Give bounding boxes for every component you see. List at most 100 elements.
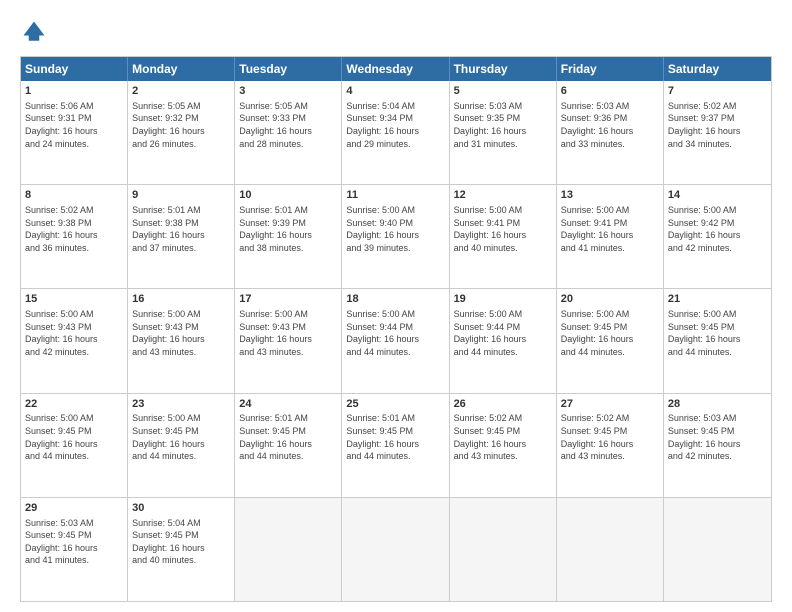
calendar-body: 1Sunrise: 5:06 AMSunset: 9:31 PMDaylight…: [21, 81, 771, 601]
calendar-header: SundayMondayTuesdayWednesdayThursdayFrid…: [21, 57, 771, 81]
header-day: Tuesday: [235, 57, 342, 81]
day-info: Sunrise: 5:00 AMSunset: 9:41 PMDaylight:…: [561, 204, 659, 254]
calendar-cell: 27Sunrise: 5:02 AMSunset: 9:45 PMDayligh…: [557, 394, 664, 497]
day-info: Sunrise: 5:00 AMSunset: 9:41 PMDaylight:…: [454, 204, 552, 254]
calendar-row: 22 Sunrise: 5:00 AMSunset: 9:45 PMDayligh…: [21, 393, 771, 497]
calendar-cell: 21Sunrise: 5:00 AMSunset: 9:45 PMDayligh…: [664, 289, 771, 392]
day-number: 19: [454, 292, 552, 307]
calendar-cell: 4Sunrise: 5:04 AMSunset: 9:34 PMDaylight…: [342, 81, 449, 184]
calendar-cell: 11Sunrise: 5:00 AMSunset: 9:40 PMDayligh…: [342, 185, 449, 288]
calendar-cell: 14Sunrise: 5:00 AMSunset: 9:42 PMDayligh…: [664, 185, 771, 288]
day-number: 5: [454, 84, 552, 99]
calendar-cell: 13Sunrise: 5:00 AMSunset: 9:41 PMDayligh…: [557, 185, 664, 288]
day-info: Sunrise: 5:00 AMSunset: 9:44 PMDaylight:…: [454, 308, 552, 358]
calendar-cell: 18Sunrise: 5:00 AMSunset: 9:44 PMDayligh…: [342, 289, 449, 392]
day-info: Sunrise: 5:02 AMSunset: 9:45 PMDaylight:…: [561, 412, 659, 462]
header: [20, 18, 772, 46]
day-info: Sunrise: 5:06 AMSunset: 9:31 PMDaylight:…: [25, 100, 123, 150]
day-number: 22: [25, 397, 123, 412]
logo: [20, 18, 54, 46]
calendar-cell: 28Sunrise: 5:03 AMSunset: 9:45 PMDayligh…: [664, 394, 771, 497]
day-number: 13: [561, 188, 659, 203]
calendar-cell: 26Sunrise: 5:02 AMSunset: 9:45 PMDayligh…: [450, 394, 557, 497]
day-info: Sunrise: 5:00 AMSunset: 9:43 PMDaylight:…: [239, 308, 337, 358]
calendar-row: 29Sunrise: 5:03 AMSunset: 9:45 PMDayligh…: [21, 497, 771, 601]
day-number: 27: [561, 397, 659, 412]
calendar-row: 8Sunrise: 5:02 AMSunset: 9:38 PMDaylight…: [21, 184, 771, 288]
calendar-cell: 2Sunrise: 5:05 AMSunset: 9:32 PMDaylight…: [128, 81, 235, 184]
calendar-cell: 8Sunrise: 5:02 AMSunset: 9:38 PMDaylight…: [21, 185, 128, 288]
day-number: 21: [668, 292, 767, 307]
day-info: Sunrise: 5:04 AMSunset: 9:45 PMDaylight:…: [132, 517, 230, 567]
day-number: 10: [239, 188, 337, 203]
calendar-cell: 9Sunrise: 5:01 AMSunset: 9:38 PMDaylight…: [128, 185, 235, 288]
calendar-cell: 16Sunrise: 5:00 AMSunset: 9:43 PMDayligh…: [128, 289, 235, 392]
calendar-cell: 29Sunrise: 5:03 AMSunset: 9:45 PMDayligh…: [21, 498, 128, 601]
day-info: Sunrise: 5:01 AMSunset: 9:38 PMDaylight:…: [132, 204, 230, 254]
day-number: 17: [239, 292, 337, 307]
header-day: Thursday: [450, 57, 557, 81]
day-number: 30: [132, 501, 230, 516]
day-number: 16: [132, 292, 230, 307]
calendar-cell: 19Sunrise: 5:00 AMSunset: 9:44 PMDayligh…: [450, 289, 557, 392]
header-day: Sunday: [21, 57, 128, 81]
day-number: 18: [346, 292, 444, 307]
day-number: 28: [668, 397, 767, 412]
day-number: 24: [239, 397, 337, 412]
day-number: 12: [454, 188, 552, 203]
day-number: 9: [132, 188, 230, 203]
day-info: Sunrise: 5:05 AMSunset: 9:33 PMDaylight:…: [239, 100, 337, 150]
day-info: Sunrise: 5:05 AMSunset: 9:32 PMDaylight:…: [132, 100, 230, 150]
day-info: Sunrise: 5:03 AMSunset: 9:36 PMDaylight:…: [561, 100, 659, 150]
calendar-cell: [235, 498, 342, 601]
header-day: Wednesday: [342, 57, 449, 81]
calendar-cell: 7Sunrise: 5:02 AMSunset: 9:37 PMDaylight…: [664, 81, 771, 184]
calendar-cell: 3Sunrise: 5:05 AMSunset: 9:33 PMDaylight…: [235, 81, 342, 184]
day-info: Sunrise: 5:00 AMSunset: 9:40 PMDaylight:…: [346, 204, 444, 254]
header-day: Saturday: [664, 57, 771, 81]
day-number: 23: [132, 397, 230, 412]
day-number: 1: [25, 84, 123, 99]
day-number: 29: [25, 501, 123, 516]
day-info: Sunrise: 5:01 AMSunset: 9:39 PMDaylight:…: [239, 204, 337, 254]
calendar-cell: [450, 498, 557, 601]
calendar-cell: 22Sunrise: 5:00 AMSunset: 9:45 PMDayligh…: [21, 394, 128, 497]
calendar-cell: [664, 498, 771, 601]
day-info: Sunrise: 5:01 AMSunset: 9:45 PMDaylight:…: [239, 412, 337, 462]
day-info: Sunrise: 5:00 AMSunset: 9:43 PMDaylight:…: [132, 308, 230, 358]
calendar-cell: 23Sunrise: 5:00 AMSunset: 9:45 PMDayligh…: [128, 394, 235, 497]
calendar-cell: 10Sunrise: 5:01 AMSunset: 9:39 PMDayligh…: [235, 185, 342, 288]
day-info: Sunrise: 5:02 AMSunset: 9:38 PMDaylight:…: [25, 204, 123, 254]
day-info: Sunrise: 5:02 AMSunset: 9:37 PMDaylight:…: [668, 100, 767, 150]
page: SundayMondayTuesdayWednesdayThursdayFrid…: [0, 0, 792, 612]
day-number: 7: [668, 84, 767, 99]
day-number: 2: [132, 84, 230, 99]
logo-icon: [20, 18, 48, 46]
day-info: Sunrise: 5:00 AMSunset: 9:45 PMDaylight:…: [132, 412, 230, 462]
calendar-cell: 6Sunrise: 5:03 AMSunset: 9:36 PMDaylight…: [557, 81, 664, 184]
day-number: 11: [346, 188, 444, 203]
day-info: Sunrise: 5:01 AMSunset: 9:45 PMDaylight:…: [346, 412, 444, 462]
calendar-cell: 17Sunrise: 5:00 AMSunset: 9:43 PMDayligh…: [235, 289, 342, 392]
header-day: Friday: [557, 57, 664, 81]
calendar-cell: [342, 498, 449, 601]
day-number: 25: [346, 397, 444, 412]
day-info: Sunrise: 5:02 AMSunset: 9:45 PMDaylight:…: [454, 412, 552, 462]
day-number: 3: [239, 84, 337, 99]
day-info: Sunrise: 5:00 AMSunset: 9:44 PMDaylight:…: [346, 308, 444, 358]
day-info: Sunrise: 5:00 AMSunset: 9:42 PMDaylight:…: [668, 204, 767, 254]
day-number: 15: [25, 292, 123, 307]
calendar-cell: 5Sunrise: 5:03 AMSunset: 9:35 PMDaylight…: [450, 81, 557, 184]
calendar-cell: 30Sunrise: 5:04 AMSunset: 9:45 PMDayligh…: [128, 498, 235, 601]
calendar-cell: 12Sunrise: 5:00 AMSunset: 9:41 PMDayligh…: [450, 185, 557, 288]
calendar: SundayMondayTuesdayWednesdayThursdayFrid…: [20, 56, 772, 602]
day-info: Sunrise: 5:00 AMSunset: 9:45 PMDaylight:…: [668, 308, 767, 358]
calendar-row: 1Sunrise: 5:06 AMSunset: 9:31 PMDaylight…: [21, 81, 771, 184]
calendar-cell: 1Sunrise: 5:06 AMSunset: 9:31 PMDaylight…: [21, 81, 128, 184]
day-info: Sunrise: 5:03 AMSunset: 9:45 PMDaylight:…: [668, 412, 767, 462]
day-number: 20: [561, 292, 659, 307]
day-info: Sunrise: 5:04 AMSunset: 9:34 PMDaylight:…: [346, 100, 444, 150]
calendar-cell: 25Sunrise: 5:01 AMSunset: 9:45 PMDayligh…: [342, 394, 449, 497]
calendar-cell: 20Sunrise: 5:00 AMSunset: 9:45 PMDayligh…: [557, 289, 664, 392]
calendar-cell: [557, 498, 664, 601]
